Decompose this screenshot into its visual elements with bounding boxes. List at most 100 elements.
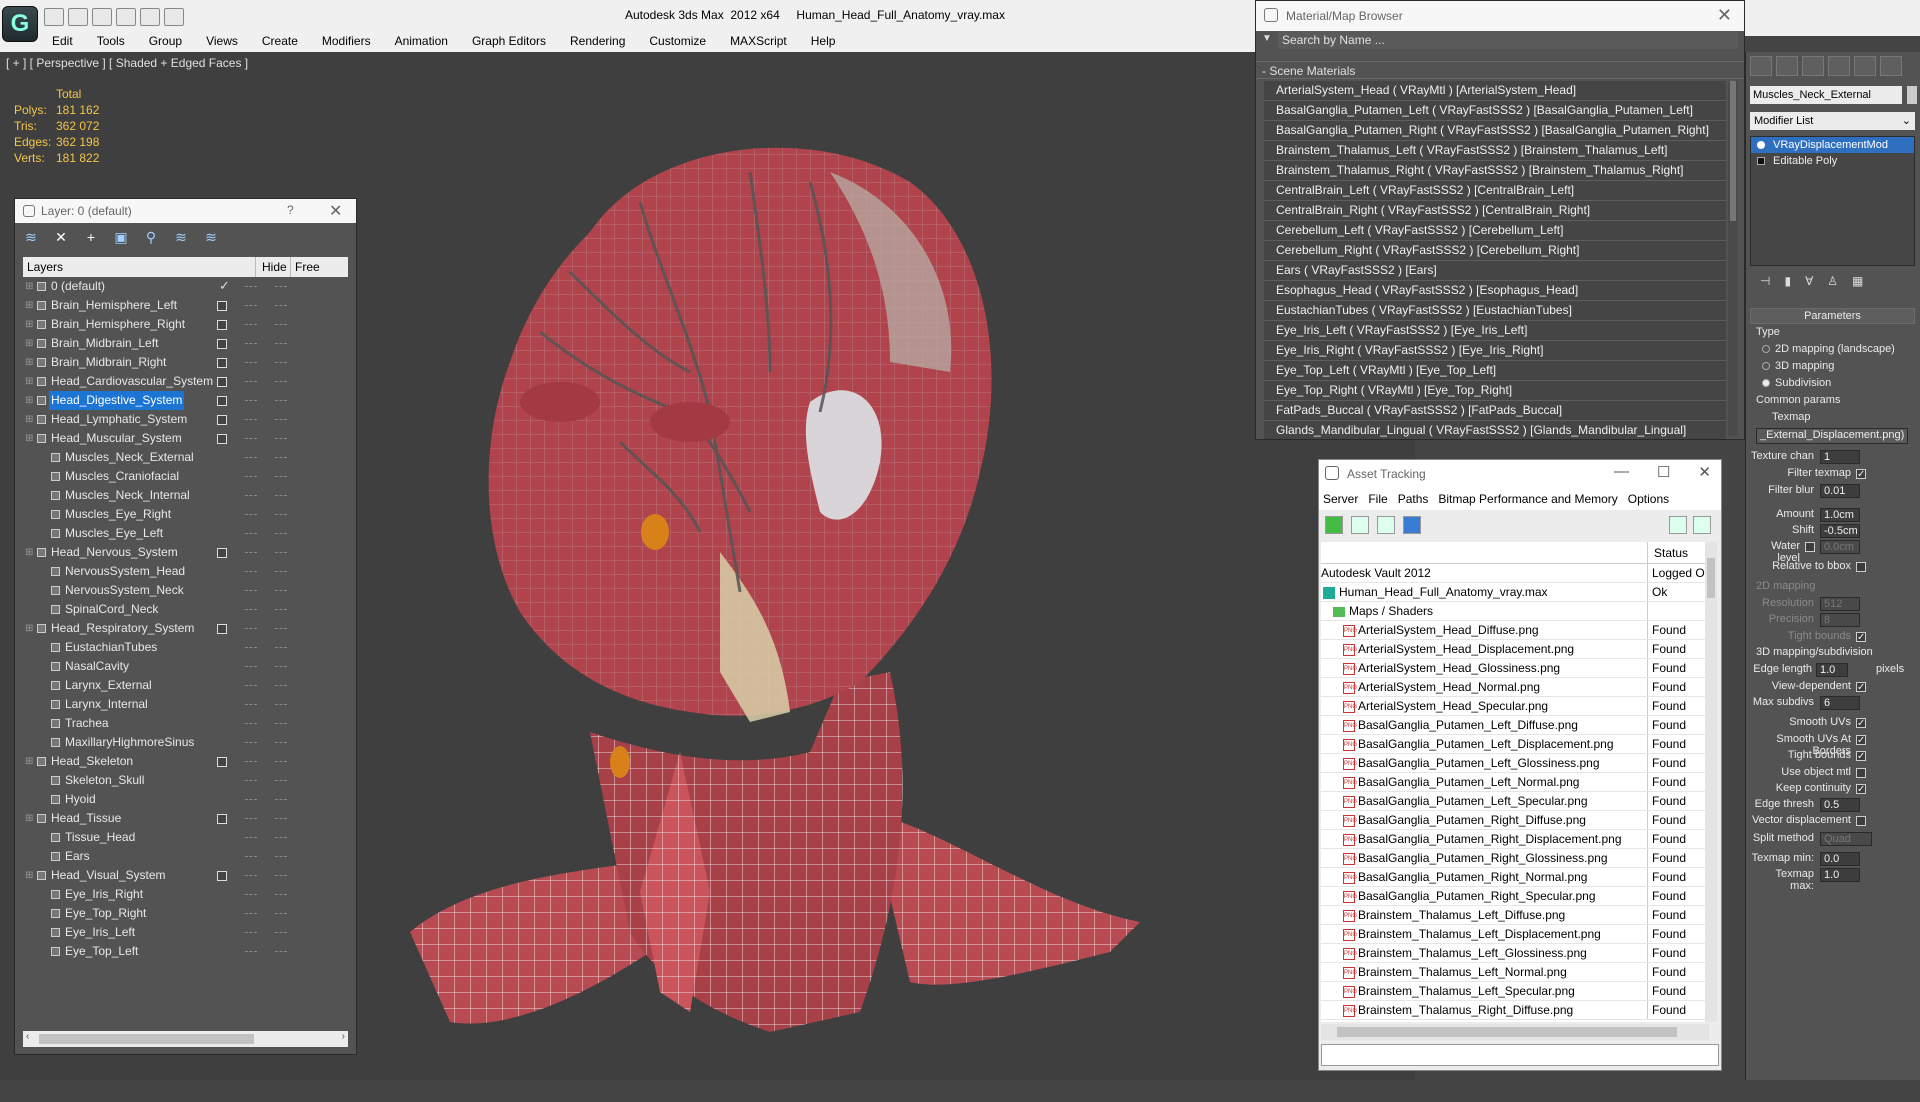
freeze-toggle[interactable]: [275, 400, 287, 401]
hide-toggle[interactable]: [245, 533, 257, 534]
asset-row[interactable]: PNGArterialSystem_Head_Diffuse.png Found: [1321, 621, 1709, 640]
layer-name[interactable]: Head_Nervous_System: [49, 543, 180, 562]
material-item[interactable]: ArterialSystem_Head ( VRayMtl ) [Arteria…: [1264, 81, 1726, 101]
material-item[interactable]: Brainstem_Thalamus_Left ( VRayFastSSS2 )…: [1264, 141, 1726, 161]
freeze-toggle[interactable]: [275, 533, 287, 534]
hide-toggle[interactable]: [245, 932, 257, 933]
layer-visibility-checkbox[interactable]: [217, 377, 227, 387]
expand-icon[interactable]: ⊞: [25, 296, 33, 315]
asset-row[interactable]: PNGBrainstem_Thalamus_Left_Specular.png F…: [1321, 982, 1709, 1001]
layer-visibility-checkbox[interactable]: [217, 396, 227, 406]
hide-toggle[interactable]: [245, 647, 257, 648]
modifier-list-dropdown[interactable]: Modifier List ⌄: [1750, 112, 1915, 130]
asset-row[interactable]: PNGBrainstem_Thalamus_Left_Glossiness.pn…: [1321, 944, 1709, 963]
freeze-toggle[interactable]: [275, 647, 287, 648]
menu-item-graph-editors[interactable]: Graph Editors: [460, 32, 558, 50]
hide-toggle[interactable]: [245, 514, 257, 515]
expand-icon[interactable]: ⊞: [25, 315, 33, 334]
freeze-toggle[interactable]: [275, 951, 287, 952]
layer-visibility-checkbox[interactable]: [217, 757, 227, 767]
highlight-layer-icon[interactable]: ⚲: [141, 228, 161, 246]
hide-toggle[interactable]: [245, 381, 257, 382]
freeze-toggle[interactable]: [275, 875, 287, 876]
layer-name[interactable]: Larynx_Internal: [63, 695, 150, 714]
freeze-toggle[interactable]: [275, 932, 287, 933]
hide-toggle[interactable]: [245, 457, 257, 458]
layer-name[interactable]: Hyoid: [63, 790, 98, 809]
layer-visibility-checkbox[interactable]: [217, 814, 227, 824]
freeze-toggle[interactable]: [275, 742, 287, 743]
layer-name[interactable]: SpinalCord_Neck: [63, 600, 160, 619]
layer-row[interactable]: Eye_Iris_Right: [23, 885, 348, 904]
layer-name[interactable]: MaxillaryHighmoreSinus: [63, 733, 196, 752]
asset-menu-file[interactable]: File: [1368, 492, 1387, 510]
light-bulb-icon[interactable]: [1757, 141, 1765, 149]
project-folder-icon[interactable]: [164, 8, 184, 26]
scroll-left-icon[interactable]: ‹: [26, 1031, 29, 1042]
scene-materials-section[interactable]: - Scene Materials: [1256, 61, 1744, 79]
new-file-icon[interactable]: [44, 8, 64, 26]
expand-icon[interactable]: [1757, 157, 1765, 165]
layer-row[interactable]: Muscles_Neck_Internal: [23, 486, 348, 505]
stack-item-vray-displacement[interactable]: VRayDisplacementMod: [1751, 137, 1914, 153]
layer-row[interactable]: ⊞ Brain_Hemisphere_Left: [23, 296, 348, 315]
freeze-toggle[interactable]: [275, 286, 287, 287]
hide-toggle[interactable]: [245, 324, 257, 325]
expand-icon[interactable]: ⊞: [25, 619, 33, 638]
shift-input[interactable]: -0.5cm: [1820, 524, 1860, 538]
freeze-toggle[interactable]: [275, 761, 287, 762]
open-file-icon[interactable]: [68, 8, 88, 26]
scrollbar-thumb[interactable]: [39, 1034, 254, 1044]
layer-visibility-checkbox[interactable]: [217, 301, 227, 311]
hide-toggle[interactable]: [245, 476, 257, 477]
freeze-toggle[interactable]: [275, 894, 287, 895]
layer-name[interactable]: NervousSystem_Head: [63, 562, 187, 581]
expand-icon[interactable]: ⊞: [25, 372, 33, 391]
hide-toggle[interactable]: [245, 913, 257, 914]
expand-icon[interactable]: ⊞: [25, 391, 33, 410]
hide-toggle[interactable]: [245, 742, 257, 743]
refresh-icon[interactable]: [1325, 516, 1343, 534]
layer-name[interactable]: Trachea: [63, 714, 111, 733]
max-subdivs-input[interactable]: 6: [1820, 696, 1860, 710]
material-item[interactable]: CentralBrain_Right ( VRayFastSSS2 ) [Cen…: [1264, 201, 1726, 221]
material-item[interactable]: Eye_Top_Right ( VRayMtl ) [Eye_Top_Right…: [1264, 381, 1726, 401]
menu-item-edit[interactable]: Edit: [40, 32, 85, 50]
layer-row[interactable]: Eye_Iris_Left: [23, 923, 348, 942]
hide-toggle[interactable]: [245, 666, 257, 667]
expand-icon[interactable]: ⊞: [25, 410, 33, 429]
layer-name[interactable]: Head_Muscular_System: [49, 429, 184, 448]
layer-row[interactable]: ⊞ Head_Tissue: [23, 809, 348, 828]
smooth-uvs-checkbox[interactable]: ✓: [1856, 718, 1866, 729]
menu-item-group[interactable]: Group: [137, 32, 194, 50]
scrollbar-thumb[interactable]: [1337, 1027, 1677, 1037]
layer-name[interactable]: EustachianTubes: [63, 638, 159, 657]
hide-toggle[interactable]: [245, 818, 257, 819]
current-layer-check-icon[interactable]: ✓: [219, 277, 230, 295]
display-tab-icon[interactable]: [1854, 56, 1876, 76]
asset-menu-paths[interactable]: Paths: [1398, 492, 1429, 510]
layer-row[interactable]: ⊞ Head_Nervous_System: [23, 543, 348, 562]
layer-row[interactable]: Eye_Top_Right: [23, 904, 348, 923]
column-layers[interactable]: Layers: [23, 257, 256, 277]
layer-name[interactable]: Larynx_External: [63, 676, 154, 695]
pin-stack-icon[interactable]: ⊣: [1760, 274, 1770, 296]
precision-input[interactable]: 8: [1820, 613, 1860, 627]
layer-row[interactable]: Muscles_Eye_Right: [23, 505, 348, 524]
layer-name[interactable]: Tissue_Head: [63, 828, 137, 847]
tight-bounds-checkbox[interactable]: ✓: [1856, 632, 1866, 643]
make-unique-icon[interactable]: ∀: [1805, 274, 1813, 296]
layer-name[interactable]: Muscles_Neck_Internal: [63, 486, 192, 505]
hide-toggle[interactable]: [245, 400, 257, 401]
hide-toggle[interactable]: [245, 571, 257, 572]
keep-continuity-checkbox[interactable]: ✓: [1856, 784, 1866, 795]
material-item[interactable]: Eye_Iris_Right ( VRayFastSSS2 ) [Eye_Iri…: [1264, 341, 1726, 361]
layer-row[interactable]: ⊞ Head_Cardiovascular_System: [23, 372, 348, 391]
freeze-toggle[interactable]: [275, 628, 287, 629]
asset-row[interactable]: PNGBasalGanglia_Putamen_Left_Specular.pn…: [1321, 792, 1709, 811]
material-item[interactable]: Eye_Iris_Left ( VRayFastSSS2 ) [Eye_Iris…: [1264, 321, 1726, 341]
layer-name[interactable]: Head_Cardiovascular_System: [49, 372, 215, 391]
material-item[interactable]: EustachianTubes ( VRayFastSSS2 ) [Eustac…: [1264, 301, 1726, 321]
asset-row[interactable]: PNGBasalGanglia_Putamen_Right_Specular.p…: [1321, 887, 1709, 906]
freeze-toggle[interactable]: [275, 343, 287, 344]
